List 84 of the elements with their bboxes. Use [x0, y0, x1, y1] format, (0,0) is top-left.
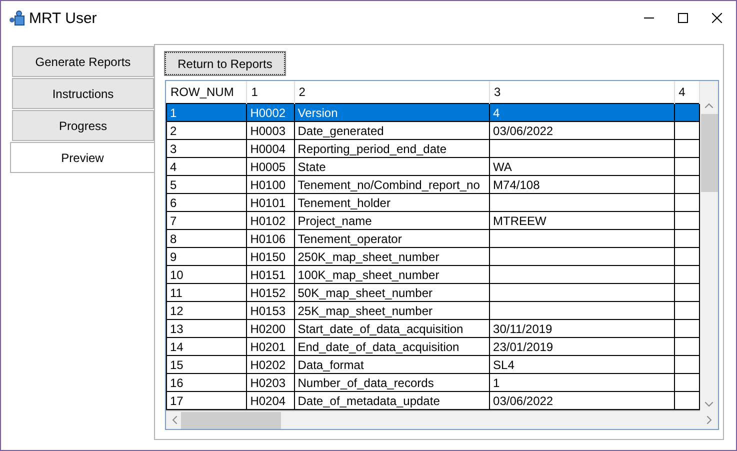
- table-cell: Project_name: [294, 212, 490, 230]
- table-cell: 1: [490, 374, 674, 392]
- table-cell: H0005: [246, 158, 294, 176]
- vertical-scrollbar[interactable]: [700, 81, 718, 411]
- table-cell: 30/11/2019: [490, 320, 674, 338]
- scroll-thumb[interactable]: [181, 412, 281, 428]
- column-header[interactable]: 2: [294, 81, 490, 104]
- table-cell: H0004: [246, 140, 294, 158]
- table-cell: 250K_map_sheet_number: [294, 248, 490, 266]
- tab[interactable]: Generate Reports: [12, 46, 154, 77]
- table-cell: 25K_map_sheet_number: [294, 302, 490, 320]
- table-cell: 9: [166, 248, 247, 266]
- table-cell: 17: [166, 392, 247, 410]
- table-cell: H0150: [246, 248, 294, 266]
- table-cell: 10: [166, 266, 247, 284]
- table-cell: 50K_map_sheet_number: [294, 284, 490, 302]
- window-title: MRT User: [29, 10, 97, 26]
- table-cell: Number_of_data_records: [294, 374, 490, 392]
- scroll-left-icon[interactable]: [172, 416, 177, 424]
- tab[interactable]: Progress: [12, 110, 154, 141]
- table-cell: Version: [294, 104, 490, 122]
- table-cell: WA: [490, 158, 674, 176]
- table-cell: Tenement_operator: [294, 230, 490, 248]
- column-header[interactable]: 3: [490, 81, 674, 104]
- scroll-down-icon[interactable]: [705, 402, 713, 407]
- table-cell: 5: [166, 176, 247, 194]
- column-header[interactable]: 4: [674, 81, 700, 104]
- table-cell: 14: [166, 338, 247, 356]
- table-cell: H0153: [246, 302, 294, 320]
- table-cell: Date_of_metadata_update: [294, 392, 490, 410]
- table-cell: H0152: [246, 284, 294, 302]
- table-cell: 3: [166, 140, 247, 158]
- scroll-up-icon[interactable]: [705, 103, 713, 108]
- table-cell: H0101: [246, 194, 294, 212]
- table-cell: 12: [166, 302, 247, 320]
- scroll-right-icon[interactable]: [707, 416, 712, 424]
- maximize-icon[interactable]: [678, 13, 688, 23]
- table-cell: Data_format: [294, 356, 490, 374]
- table-cell: H0201: [246, 338, 294, 356]
- table-cell: 4: [166, 158, 247, 176]
- table-cell: 2: [166, 122, 247, 140]
- table-cell: Date_generated: [294, 122, 490, 140]
- table-cell: 03/06/2022: [490, 122, 674, 140]
- table-cell: 6: [166, 194, 247, 212]
- table-cell: 4: [490, 104, 674, 122]
- table-cell: Tenement_no/Combind_report_no: [294, 176, 490, 194]
- table-cell: H0200: [246, 320, 294, 338]
- table-cell: 11: [166, 284, 247, 302]
- table-cell: 23/01/2019: [490, 338, 674, 356]
- tab[interactable]: Preview: [10, 142, 154, 173]
- close-icon[interactable]: [712, 13, 722, 23]
- table-cell: 8: [166, 230, 247, 248]
- table-cell: Reporting_period_end_date: [294, 140, 490, 158]
- table-cell: State: [294, 158, 490, 176]
- table-cell: 16: [166, 374, 247, 392]
- table-cell: 13: [166, 320, 247, 338]
- column-header[interactable]: 1: [246, 81, 294, 104]
- app-icon: [9, 10, 25, 26]
- table-cell: H0100: [246, 176, 294, 194]
- table-cell: [674, 104, 700, 122]
- table-cell: H0202: [246, 356, 294, 374]
- table-cell: H0002: [246, 104, 294, 122]
- table-cell: H0204: [246, 392, 294, 410]
- horizontal-scrollbar[interactable]: [166, 411, 718, 429]
- table-cell: 1: [166, 104, 247, 122]
- column-header[interactable]: ROW_NUM: [166, 81, 247, 104]
- table-cell: H0102: [246, 212, 294, 230]
- table-cell: End_date_of_data_acquisition: [294, 338, 490, 356]
- table-cell: 7: [166, 212, 247, 230]
- table-cell: Start_date_of_data_acquisition: [294, 320, 490, 338]
- table-cell: H0203: [246, 374, 294, 392]
- table-cell: H0151: [246, 266, 294, 284]
- return-button[interactable]: Return to Reports: [165, 52, 285, 75]
- table-cell: MTREEW: [490, 212, 674, 230]
- tab[interactable]: Instructions: [12, 78, 154, 109]
- table-cell: H0106: [246, 230, 294, 248]
- scroll-thumb[interactable]: [700, 114, 718, 192]
- table-cell: M74/108: [490, 176, 674, 194]
- table-cell: 100K_map_sheet_number: [294, 266, 490, 284]
- table-cell: 03/06/2022: [490, 392, 674, 410]
- table-cell: 15: [166, 356, 247, 374]
- table-cell: H0003: [246, 122, 294, 140]
- table-cell: SL4: [490, 356, 674, 374]
- table-cell: Tenement_holder: [294, 194, 490, 212]
